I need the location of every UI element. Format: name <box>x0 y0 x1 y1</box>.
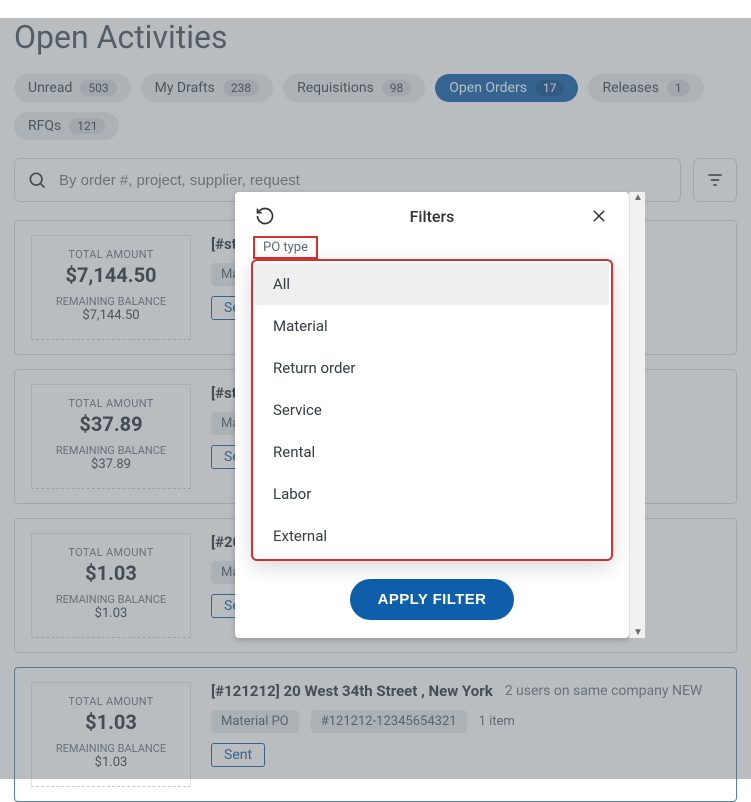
po-type-option-rental[interactable]: Rental <box>255 431 609 473</box>
po-type-option-return-order[interactable]: Return order <box>255 347 609 389</box>
po-type-option-labor[interactable]: Labor <box>255 473 609 515</box>
close-button[interactable] <box>585 202 613 230</box>
modal-scrollbar[interactable] <box>629 192 645 638</box>
apply-filter-button[interactable]: APPLY FILTER <box>350 579 515 620</box>
po-type-field-label: PO type <box>253 236 318 259</box>
close-icon <box>590 207 608 225</box>
po-type-option-material[interactable]: Material <box>255 305 609 347</box>
po-type-option-external[interactable]: External <box>255 515 609 557</box>
po-type-option-all[interactable]: All <box>255 263 609 305</box>
modal-title: Filters <box>279 207 585 226</box>
refresh-icon <box>255 206 275 226</box>
po-type-dropdown[interactable]: All Material Return order Service Rental… <box>251 259 613 561</box>
po-type-option-service[interactable]: Service <box>255 389 609 431</box>
filters-modal: Filters PO type All Material Return orde… <box>235 192 629 638</box>
reset-filters-button[interactable] <box>251 202 279 230</box>
